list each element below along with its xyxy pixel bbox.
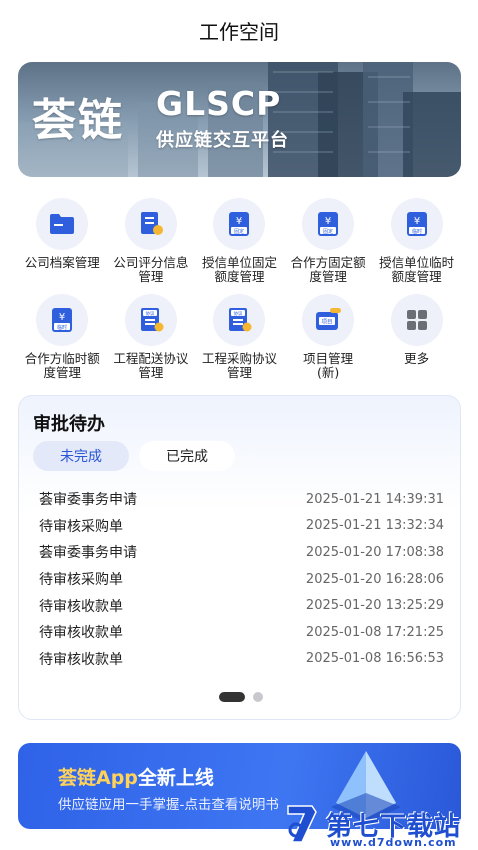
- approval-row-time: 2025-01-08 16:56:53: [305, 651, 444, 667]
- grid-item-label: 公司评分信息 管理: [113, 255, 189, 284]
- grid-item-label: 项目管理 (新): [303, 351, 354, 380]
- approval-card-title: 审批待办: [33, 414, 105, 435]
- grid-item-company-archive[interactable]: 公司档案管理: [18, 198, 107, 286]
- approval-row-title: 待审核收款单: [39, 651, 123, 668]
- approval-card: 审批待办 未完成 已完成 荟审委事务申请 2025-01-21 14:39:31…: [18, 395, 461, 720]
- approval-row-title: 待审核收款单: [39, 625, 123, 642]
- hero-banner[interactable]: 荟链 GLSCP 供应链交互平台: [18, 62, 461, 177]
- yuan-fixed-icon: ¥ 固定: [213, 198, 266, 250]
- approval-row[interactable]: 待审核收款单 2025-01-08 16:56:53: [19, 646, 462, 673]
- grid-item-partner-temp-quota[interactable]: ¥ 临时 合作方临时额 度管理: [18, 294, 107, 382]
- svg-text:¥: ¥: [325, 216, 331, 227]
- approval-row-time: 2025-01-21 13:32:34: [305, 518, 444, 534]
- page-dot-active[interactable]: [218, 692, 245, 702]
- watermark-url: www.d7down.com: [330, 836, 457, 849]
- approval-row-title: 待审核采购单: [39, 518, 123, 535]
- grid-item-delivery-agreement[interactable]: 协议 工程配送协议 管理: [107, 294, 196, 382]
- svg-text:临时: 临时: [412, 228, 422, 235]
- watermark: 第七下载站 www.d7down.com: [282, 800, 478, 850]
- approval-row-title: 荟审委事务申请: [39, 492, 137, 509]
- watermark-logo-icon: [287, 805, 317, 843]
- grid-item-label: 更多: [404, 351, 430, 366]
- grid-item-label: 授信单位固定 额度管理: [201, 255, 277, 284]
- grid-item-more[interactable]: 更多: [372, 294, 461, 382]
- svg-text:¥: ¥: [59, 312, 65, 323]
- grid-item-purchase-agreement[interactable]: 协议 工程采购协议 管理: [195, 294, 284, 382]
- approval-row[interactable]: 待审核采购单 2025-01-21 13:32:34: [19, 513, 462, 540]
- approval-row-time: 2025-01-20 13:25:29: [305, 598, 444, 614]
- grid-item-label: 公司档案管理: [24, 255, 100, 270]
- approval-row-title: 荟审委事务申请: [39, 545, 137, 562]
- function-grid: 公司档案管理 公司评分信息 管理 ¥ 固定 授信单位固定 额度管理 ¥ 固定 合作方…: [18, 198, 461, 382]
- approval-row-title: 待审核采购单: [39, 572, 123, 589]
- approval-row-time: 2025-01-20 17:08:38: [305, 544, 444, 560]
- page-dot[interactable]: [252, 692, 263, 702]
- svg-text:¥: ¥: [236, 216, 242, 227]
- grid-item-project-management[interactable]: 项目 项目管理 (新): [284, 294, 373, 382]
- approval-row[interactable]: 待审核收款单 2025-01-08 17:21:25: [19, 619, 462, 646]
- approval-row-time: 2025-01-21 14:39:31: [305, 491, 444, 507]
- svg-text:项目: 项目: [322, 319, 333, 326]
- svg-text:协议: 协议: [234, 310, 243, 317]
- yuan-temp-icon: ¥ 临时: [390, 198, 443, 250]
- grid-item-company-rating[interactable]: 公司评分信息 管理: [107, 198, 196, 286]
- grid-more-icon: [390, 294, 443, 346]
- yuan-temp-icon: ¥ 临时: [36, 294, 89, 346]
- svg-text:临时: 临时: [57, 324, 67, 331]
- rating-doc-icon: [124, 198, 177, 250]
- pagination-dots: [19, 692, 462, 702]
- promo-title-brand: 荟链App: [58, 767, 138, 789]
- approval-row[interactable]: 荟审委事务申请 2025-01-21 14:39:31: [19, 486, 462, 513]
- svg-text:固定: 固定: [234, 228, 244, 235]
- approval-row-title: 待审核收款单: [39, 598, 123, 615]
- grid-item-credit-temp-quota[interactable]: ¥ 临时 授信单位临时 额度管理: [372, 198, 461, 286]
- banner-brand-en: GLSCP: [156, 84, 282, 123]
- grid-item-credit-fixed-quota[interactable]: ¥ 固定 授信单位固定 额度管理: [195, 198, 284, 286]
- grid-item-label: 合作方固定额 度管理: [290, 255, 366, 284]
- approval-row[interactable]: 荟审委事务申请 2025-01-20 17:08:38: [19, 539, 462, 566]
- yuan-fixed-icon: ¥ 固定: [302, 198, 355, 250]
- approval-row[interactable]: 待审核采购单 2025-01-20 16:28:06: [19, 566, 462, 593]
- tab-pending[interactable]: 未完成: [33, 441, 129, 471]
- page-title: 工作空间: [199, 20, 279, 44]
- folder-icon: [36, 198, 89, 250]
- tab-done[interactable]: 已完成: [139, 441, 235, 471]
- approval-row[interactable]: 待审核收款单 2025-01-20 13:25:29: [19, 592, 462, 619]
- svg-text:协议: 协议: [145, 310, 154, 317]
- grid-item-label: 工程采购协议 管理: [201, 351, 277, 380]
- grid-item-partner-fixed-quota[interactable]: ¥ 固定 合作方固定额 度管理: [284, 198, 373, 286]
- approval-list: 荟审委事务申请 2025-01-21 14:39:31 待审核采购单 2025-…: [19, 486, 462, 672]
- approval-row-time: 2025-01-08 17:21:25: [305, 624, 444, 640]
- agreement-icon: 协议: [124, 294, 177, 346]
- approval-row-time: 2025-01-20 16:28:06: [305, 571, 444, 587]
- svg-text:固定: 固定: [323, 228, 333, 235]
- project-icon: 项目: [302, 294, 355, 346]
- svg-text:¥: ¥: [414, 216, 420, 227]
- promo-subtitle: 供应链应用一手掌握-点击查看说明书: [58, 797, 279, 813]
- grid-item-label: 工程配送协议 管理: [113, 351, 189, 380]
- grid-item-label: 授信单位临时 额度管理: [379, 255, 455, 284]
- banner-subtitle: 供应链交互平台: [156, 130, 289, 151]
- agreement-icon: 协议: [213, 294, 266, 346]
- banner-brand-cn: 荟链: [32, 95, 124, 146]
- promo-title: 荟链App全新上线: [58, 763, 214, 790]
- grid-item-label: 合作方临时额 度管理: [24, 351, 100, 380]
- promo-title-rest: 全新上线: [137, 767, 214, 789]
